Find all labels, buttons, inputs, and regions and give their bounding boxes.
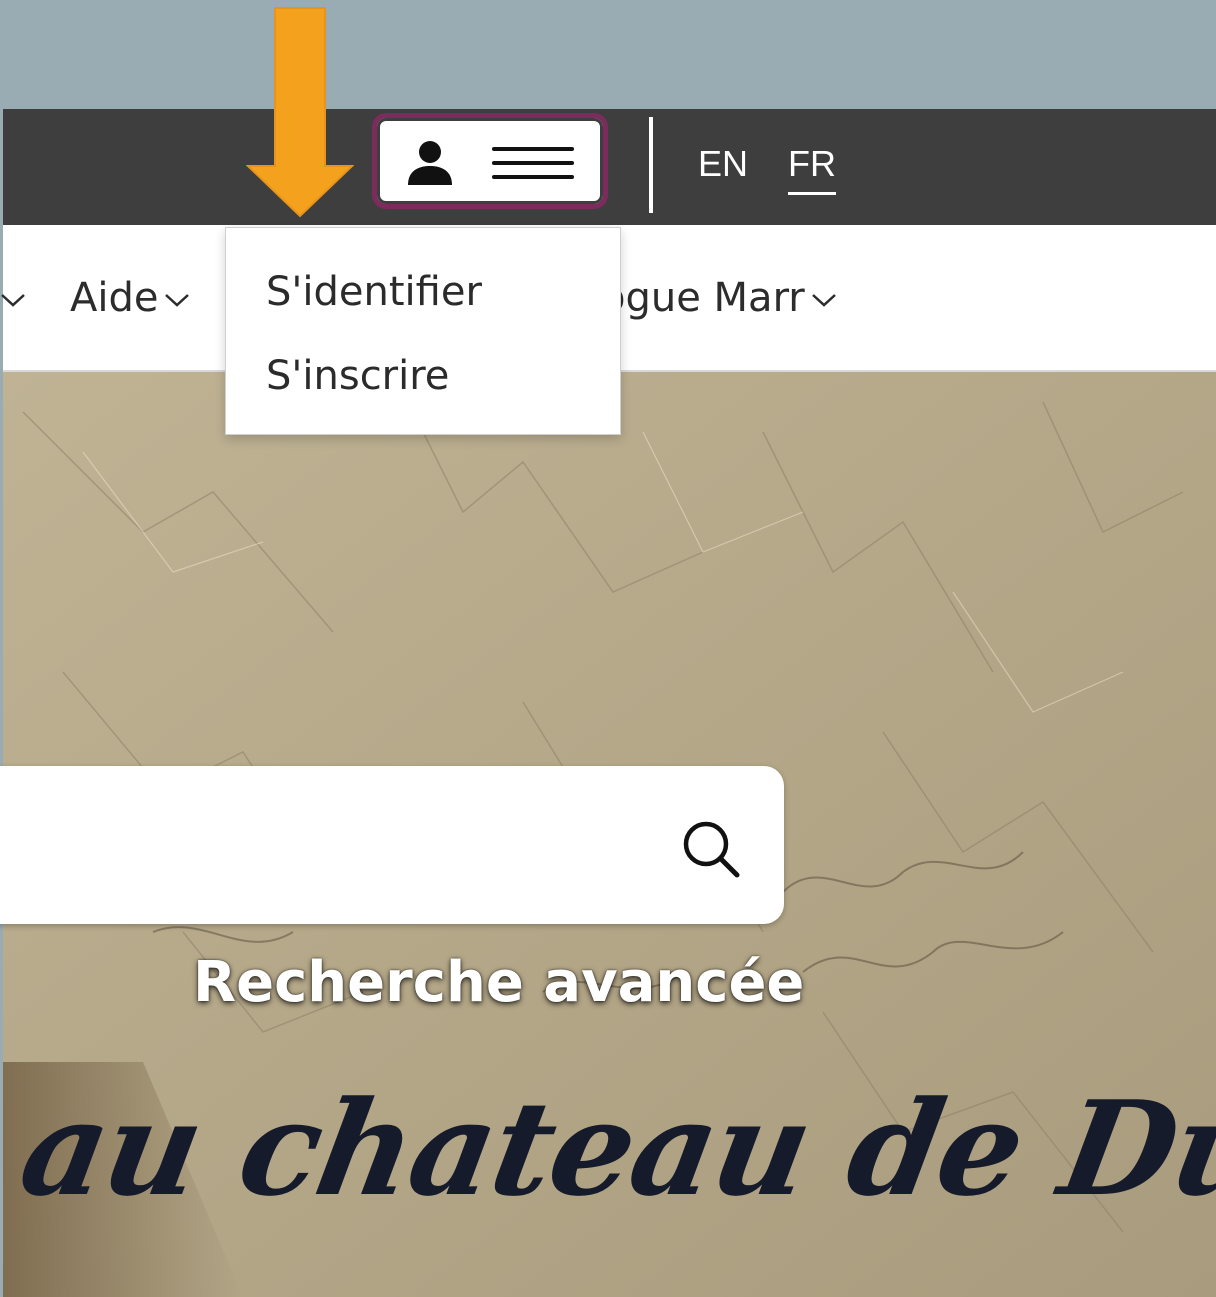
header-divider (649, 117, 653, 213)
account-dropdown-menu: S'identifier S'inscrire (225, 227, 621, 435)
chevron-down-icon (811, 294, 836, 307)
login-menu-item[interactable]: S'identifier (266, 268, 482, 316)
nav-item-label: Aide (70, 275, 159, 321)
person-icon (408, 141, 452, 185)
search-box (0, 766, 784, 924)
language-en-link[interactable]: EN (698, 142, 748, 186)
search-icon[interactable] (680, 818, 742, 880)
page-frame: EN FR Aide ogue Marr Recherche avancée a… (0, 0, 1216, 1297)
search-input[interactable] (10, 806, 634, 884)
nav-item-catalogue[interactable]: ogue Marr (601, 274, 837, 322)
top-bar (3, 109, 1216, 225)
register-menu-item[interactable]: S'inscrire (266, 352, 449, 400)
annotation-arrow-icon (246, 7, 354, 218)
language-fr-link[interactable]: FR (788, 142, 836, 195)
hamburger-icon (492, 147, 574, 179)
hero-title: au chateau de Dux (10, 1072, 1216, 1225)
nav-item-label: ogue Marr (601, 275, 805, 321)
chevron-down-icon (165, 294, 190, 307)
nav-item-aide[interactable]: Aide (70, 274, 190, 322)
chevron-down-icon[interactable] (0, 292, 26, 308)
advanced-search-link[interactable]: Recherche avancée (193, 950, 804, 1016)
